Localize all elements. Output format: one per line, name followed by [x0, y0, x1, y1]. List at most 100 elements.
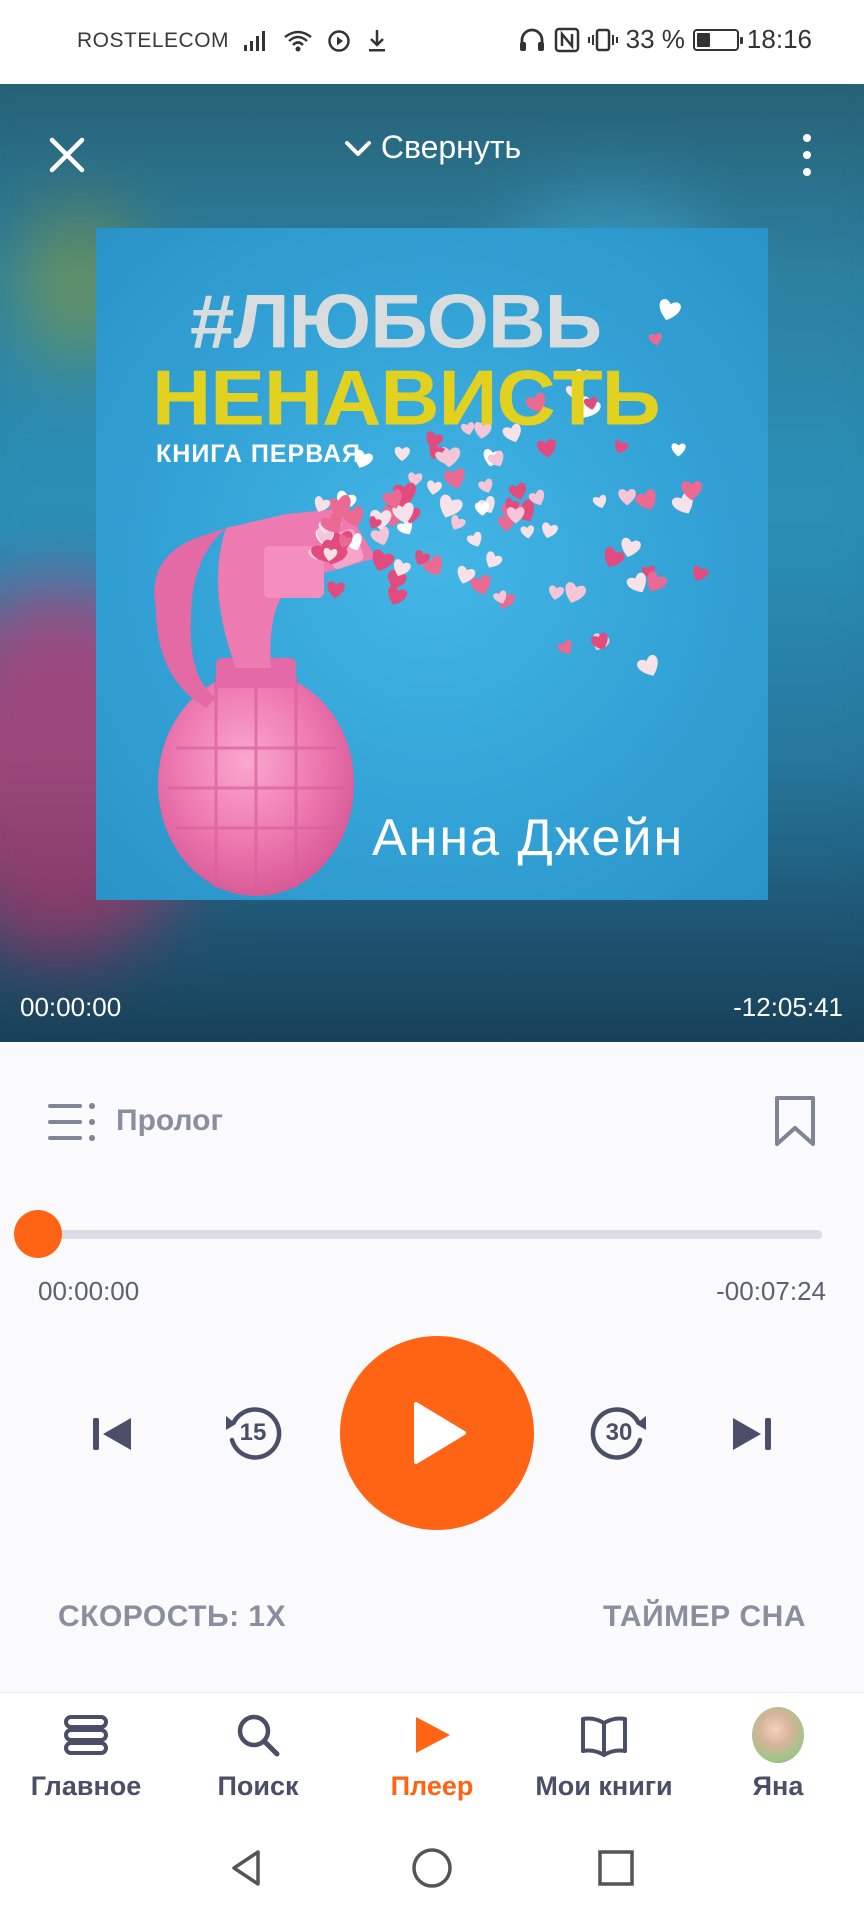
- system-back-button[interactable]: [222, 1842, 274, 1894]
- heart-decoration: [394, 446, 410, 462]
- nav-item-search[interactable]: Поиск: [172, 1709, 344, 1802]
- book-remaining-time: -12:05:41: [733, 992, 843, 1022]
- nav-item-profile[interactable]: Яна: [692, 1707, 864, 1802]
- nav-label-search: Поиск: [217, 1771, 299, 1801]
- status-left: ROSTELECOM: [77, 28, 389, 54]
- close-icon: [49, 137, 85, 173]
- cover-title-line2: НЕНАВИСТЬ: [152, 355, 661, 442]
- bookmark-icon: [775, 1096, 815, 1146]
- heart-decoration: [466, 531, 482, 547]
- signal-icon: [244, 31, 266, 51]
- heart-decoration: [557, 639, 572, 654]
- progress-thumb[interactable]: [14, 1210, 62, 1258]
- heart-decoration: [427, 480, 442, 495]
- bottom-navigation: Главное Поиск Плеер Мои книги Яна: [0, 1692, 864, 1816]
- playback-controls: 15 30: [0, 1336, 864, 1532]
- heart-decoration: [635, 489, 656, 510]
- heart-decoration: [443, 468, 465, 489]
- heart-decoration: [659, 299, 681, 321]
- status-bar: ROSTELECOM 33 % 18:16: [0, 0, 864, 84]
- chapter-row: Пролог: [0, 1060, 864, 1180]
- vibrate-icon: [587, 28, 618, 51]
- battery-percent: 33 %: [625, 24, 685, 54]
- chapter-remaining-time: -00:07:24: [716, 1276, 826, 1306]
- nav-item-my-books[interactable]: Мои книги: [518, 1709, 690, 1802]
- skip-previous-icon: [93, 1418, 131, 1450]
- nav-label-player: Плеер: [390, 1771, 474, 1801]
- heart-decoration: [388, 585, 408, 605]
- search-icon: [232, 1709, 284, 1761]
- heart-decoration: [604, 546, 625, 568]
- chapter-elapsed-time: 00:00:00: [38, 1276, 140, 1306]
- heart-decoration: [439, 494, 463, 518]
- more-menu-button[interactable]: [780, 128, 834, 182]
- rewind-15-button[interactable]: 15: [220, 1400, 286, 1466]
- nav-label-home: Главное: [30, 1771, 142, 1801]
- heart-decoration: [520, 525, 535, 539]
- collapse-label: Свернуть: [380, 129, 522, 165]
- player-topbar: Свернуть: [0, 84, 864, 214]
- cover-subtitle: КНИГА ПЕРВАЯ: [156, 440, 362, 468]
- back-triangle-icon: [232, 1850, 260, 1886]
- nav-label-my-books: Мои книги: [535, 1771, 673, 1801]
- status-right: 33 % 18:16: [518, 24, 812, 55]
- bookmark-button[interactable]: [772, 1094, 818, 1148]
- battery-level: [696, 32, 710, 47]
- recents-square-icon: [598, 1850, 634, 1886]
- system-navigation: [0, 1816, 864, 1920]
- heart-decoration: [565, 582, 587, 603]
- system-recents-button[interactable]: [590, 1842, 642, 1894]
- avatar: [752, 1707, 804, 1763]
- cover-author: Анна Джейн: [372, 809, 685, 867]
- heart-decoration: [478, 478, 493, 493]
- forward-seconds: 30: [605, 1419, 633, 1446]
- collapse-button[interactable]: Свернуть: [322, 129, 542, 166]
- home-circle-icon: [412, 1848, 452, 1888]
- player-hero: Свернуть #ЛЮБОВЬ НЕНАВИСТЬ КНИГА ПЕРВАЯ …: [0, 84, 864, 1042]
- sleep-timer-button[interactable]: ТАЙМЕР СНА: [603, 1600, 806, 1634]
- chapter-progress-slider[interactable]: [14, 1210, 822, 1260]
- more-vertical-icon: [803, 134, 811, 142]
- nav-item-home[interactable]: Главное: [0, 1709, 172, 1802]
- heart-decoration: [592, 494, 607, 509]
- previous-chapter-button[interactable]: [82, 1404, 142, 1464]
- progress-track[interactable]: [38, 1230, 822, 1239]
- stack-icon: [60, 1709, 112, 1761]
- chapter-title[interactable]: Пролог: [116, 1104, 223, 1138]
- close-button[interactable]: [40, 128, 94, 182]
- battery-icon: [692, 28, 743, 51]
- play-icon: [414, 1402, 466, 1464]
- heart-decoration: [671, 443, 686, 457]
- chevron-down-icon: [344, 140, 371, 156]
- wifi-icon: [284, 30, 312, 52]
- app: ROSTELECOM 33 % 18:16 Свернуть #ЛЮБОВЬ Н…: [0, 0, 864, 1920]
- heart-decoration: [327, 581, 345, 599]
- download-icon: [369, 30, 386, 52]
- forward-30-button[interactable]: 30: [586, 1400, 652, 1466]
- cover-title-line1: #ЛЮБОВЬ: [190, 279, 602, 364]
- play-icon: [406, 1709, 458, 1761]
- next-chapter-button[interactable]: [722, 1404, 782, 1464]
- rewind-seconds: 15: [239, 1419, 267, 1446]
- nav-item-player[interactable]: Плеер: [346, 1709, 518, 1802]
- nfc-icon: [554, 27, 579, 52]
- clock: 18:16: [746, 24, 812, 54]
- play-circle-icon: [328, 30, 350, 52]
- heart-decoration: [549, 585, 564, 600]
- chapters-list-button[interactable]: [46, 1098, 100, 1146]
- nav-label-profile: Яна: [752, 1771, 804, 1801]
- play-button[interactable]: [340, 1336, 534, 1530]
- heart-decoration: [451, 515, 466, 530]
- heart-decoration: [542, 522, 558, 539]
- headphones-icon: [519, 28, 544, 51]
- playback-speed-button[interactable]: СКОРОСТЬ: 1X: [58, 1600, 286, 1634]
- heart-decoration: [648, 332, 662, 346]
- book-cover: #ЛЮБОВЬ НЕНАВИСТЬ КНИГА ПЕРВАЯ Анна Джей…: [96, 228, 768, 900]
- book-elapsed-time: 00:00:00: [20, 992, 122, 1022]
- list-icon: [48, 1103, 95, 1141]
- heart-decoration: [486, 551, 503, 568]
- system-home-button[interactable]: [406, 1842, 458, 1894]
- heart-decoration: [618, 488, 636, 506]
- skip-next-icon: [733, 1418, 771, 1450]
- heart-decoration: [693, 565, 709, 581]
